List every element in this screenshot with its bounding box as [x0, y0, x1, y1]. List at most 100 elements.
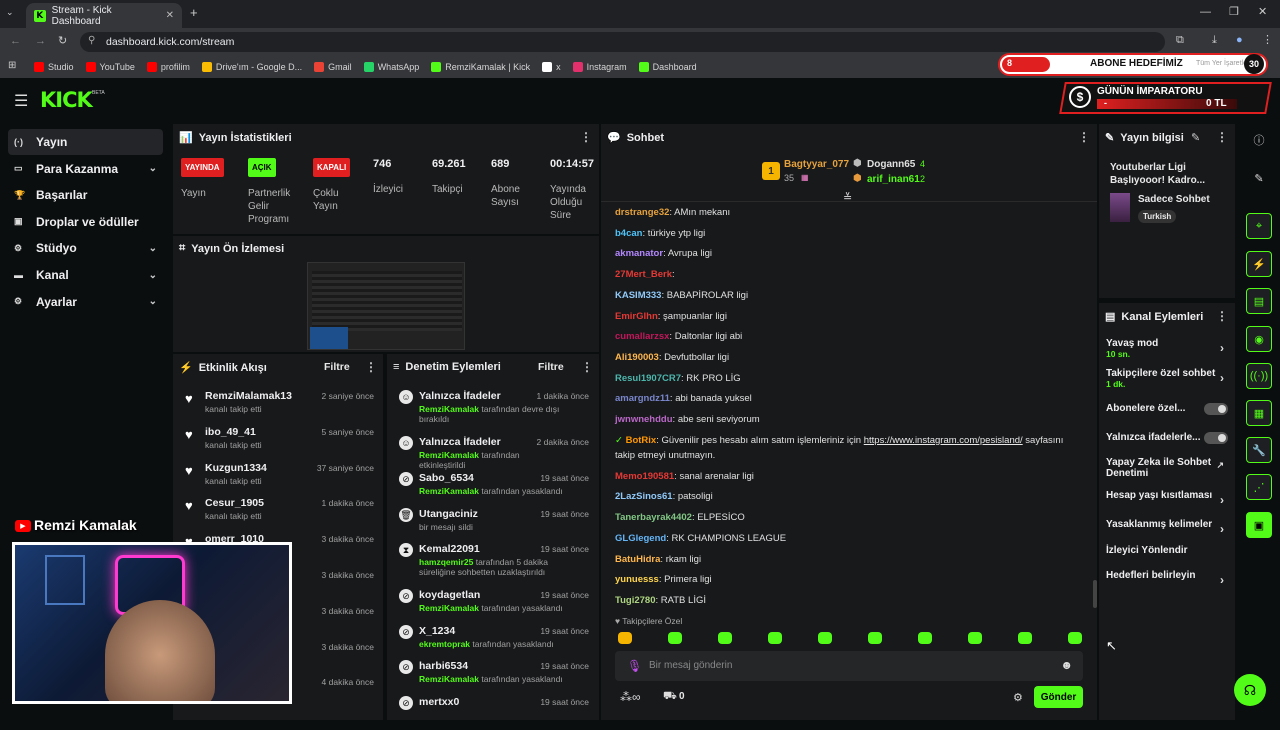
emote-icon[interactable] — [768, 632, 782, 644]
close-tab-icon[interactable]: ✕ — [166, 10, 174, 21]
channel-action-item[interactable]: Hesap yaşı kısıtlaması › — [1106, 490, 1228, 507]
chat-link[interactable]: https://www.instagram.com/pesisland/ — [864, 435, 1023, 446]
chat-username[interactable]: EmirGlhn — [615, 311, 658, 322]
bookmark-item[interactable]: YouTube — [85, 62, 135, 72]
app-tool-icon[interactable]: ▣ — [1246, 512, 1272, 538]
moderation-target[interactable]: koydagetlan — [419, 589, 480, 601]
support-chat-icon[interactable]: ☊ — [1234, 674, 1266, 706]
broadcast-tool-icon[interactable]: ((·)) — [1246, 363, 1272, 389]
moderation-actor[interactable]: RemziKamalak — [419, 674, 479, 684]
emoji-icon[interactable]: ☻ — [1060, 658, 1073, 672]
layout-tool-icon[interactable]: ▦ — [1246, 400, 1272, 426]
moderation-actor[interactable]: RemziKamalak — [419, 603, 479, 613]
moderation-target[interactable]: harbi6534 — [419, 660, 468, 672]
sidebar-item-2[interactable]: 🏆 Başarılar — [8, 182, 163, 208]
chat-username[interactable]: Memo190581 — [615, 471, 674, 482]
chat-menu-icon[interactable]: ⋮ — [1078, 130, 1090, 144]
channel-action-item[interactable]: Hedefleri belirleyin › — [1106, 570, 1228, 587]
back-icon[interactable]: ← — [10, 35, 21, 47]
stats-menu-icon[interactable]: ⋮ — [580, 130, 592, 144]
emote-icon[interactable] — [868, 632, 882, 644]
download-icon[interactable]: ⤓ — [1212, 34, 1217, 47]
sidebar-item-4[interactable]: ⚙ Stüdyo ⌄ — [8, 235, 163, 261]
chat-input[interactable]: 🎙 Bir mesaj gönderin ☻ — [615, 651, 1083, 681]
bookmark-item[interactable]: WhatsApp — [363, 62, 419, 72]
emote-icon[interactable] — [718, 632, 732, 644]
activity-user[interactable]: Kuzgun1334 — [205, 462, 267, 474]
top-gifter-2-name[interactable]: Dogann65 — [867, 159, 915, 170]
toggle-switch[interactable] — [1204, 432, 1228, 444]
reload-icon[interactable]: ↻ — [58, 34, 67, 47]
moderation-target[interactable]: Kemal22091 — [419, 543, 480, 555]
moderation-actor[interactable]: ekremtoprak — [419, 639, 470, 649]
top-gifter-1-name[interactable]: Bagtyyar_077 — [784, 159, 849, 170]
store-icon[interactable]: ⛟ — [663, 690, 677, 704]
chat-username[interactable]: b4can — [615, 228, 642, 239]
flash-tool-icon[interactable]: ⚡ — [1246, 251, 1272, 277]
expand-pinned-icon[interactable]: ≚ — [843, 191, 852, 204]
toggle-switch[interactable] — [1204, 403, 1228, 415]
emote-icon[interactable] — [1068, 632, 1082, 644]
moderation-target[interactable]: Yalnızca İfadeler — [419, 390, 501, 402]
chat-username[interactable]: Tugi2780 — [615, 595, 655, 606]
send-button[interactable]: Gönder — [1034, 686, 1083, 708]
moderation-target[interactable]: Utangaciniz — [419, 508, 478, 520]
microphone-icon[interactable]: 🎙 — [627, 659, 642, 673]
chat-username[interactable]: drstrange32 — [615, 207, 669, 218]
close-window-icon[interactable]: ✕ — [1258, 5, 1267, 18]
edit-stream-icon[interactable]: ✎ — [1191, 131, 1200, 144]
moderation-target[interactable]: X_1234 — [419, 625, 455, 637]
chat-username[interactable]: BotRix — [626, 435, 657, 446]
emote-icon[interactable] — [1018, 632, 1032, 644]
kick-logo[interactable]: KICK — [40, 88, 93, 112]
moderation-target[interactable]: Yalnızca İfadeler — [419, 436, 501, 448]
chat-username[interactable]: Tanerbayrak4402 — [615, 512, 692, 523]
tab-list-icon[interactable]: ⌄ — [6, 7, 14, 18]
chat-username[interactable]: KASIM333 — [615, 290, 661, 301]
info-icon[interactable]: ⓘ — [1246, 127, 1272, 153]
activity-menu-icon[interactable]: ⋮ — [365, 360, 377, 374]
share-tool-icon[interactable]: ⋰ — [1246, 474, 1272, 500]
stream-info-menu-icon[interactable]: ⋮ — [1216, 130, 1228, 144]
activity-user[interactable]: RemziMalamak13 — [205, 390, 292, 402]
activity-filter-button[interactable]: Filtre — [324, 361, 350, 373]
site-info-icon[interactable]: ⚲ — [88, 35, 95, 46]
chat-username[interactable]: BatuHidra — [615, 554, 660, 565]
emote-icon[interactable] — [968, 632, 982, 644]
top-gifter-3-name[interactable]: arif_inan61 — [867, 174, 920, 185]
activity-user[interactable]: ibo_49_41 — [205, 426, 256, 438]
menu-hamburger-icon[interactable]: ☰ — [14, 91, 28, 111]
chat-username[interactable]: yunuesss — [615, 574, 659, 585]
channel-action-item[interactable]: Yapay Zeka ile Sohbet Denetimi ↗ — [1106, 457, 1228, 479]
bookmark-item[interactable]: Instagram — [572, 62, 627, 72]
browser-tab[interactable]: K Stream - Kick Dashboard ✕ — [26, 3, 182, 28]
channel-action-item[interactable]: Yasaklanmış kelimeler › — [1106, 519, 1228, 536]
channel-action-item[interactable]: Takipçilere özel sohbet 1 dk. › — [1106, 368, 1228, 389]
edit-tool-icon[interactable]: ✎ — [1246, 165, 1272, 191]
emote-icon[interactable] — [918, 632, 932, 644]
moderation-target[interactable]: mertxx0 — [419, 696, 459, 708]
forward-icon[interactable]: → — [35, 35, 46, 47]
moderation-actor[interactable]: hamzqemir25 — [419, 557, 473, 567]
apps-grid-icon[interactable]: ⊞ — [8, 60, 16, 71]
chat-username[interactable]: Resul1907CR7 — [615, 373, 681, 384]
emote-icon[interactable] — [818, 632, 832, 644]
sidebar-item-0[interactable]: (·) Yayın — [8, 129, 163, 155]
address-bar[interactable]: ⚲ dashboard.kick.com/stream — [80, 32, 1165, 52]
chat-settings-icon[interactable]: ⚙ — [1013, 691, 1023, 704]
activity-user[interactable]: Cesur_1905 — [205, 497, 264, 509]
browser-menu-icon[interactable]: ⋮ — [1262, 33, 1273, 46]
chat-username[interactable]: GLGlegend — [615, 533, 666, 544]
sidebar-item-5[interactable]: ▬ Kanal ⌄ — [8, 262, 163, 288]
sidebar-item-3[interactable]: ▣ Droplar ve ödüller — [8, 209, 163, 235]
chat-username[interactable]: akmanator — [615, 248, 663, 259]
emote-icon[interactable] — [618, 632, 632, 644]
moderation-filter-button[interactable]: Filtre — [538, 361, 564, 373]
chat-username[interactable]: cumallarzsx — [615, 331, 669, 342]
bookmark-item[interactable]: x — [542, 62, 561, 72]
channel-action-item[interactable]: İzleyici Yönlendir — [1106, 545, 1228, 556]
wrench-tool-icon[interactable]: 🔧 — [1246, 437, 1272, 463]
chat-username[interactable]: amargndz11 — [615, 393, 670, 404]
moderation-actor[interactable]: RemziKamalak — [419, 486, 479, 496]
chat-username[interactable]: jwnwnehddu — [615, 414, 673, 425]
